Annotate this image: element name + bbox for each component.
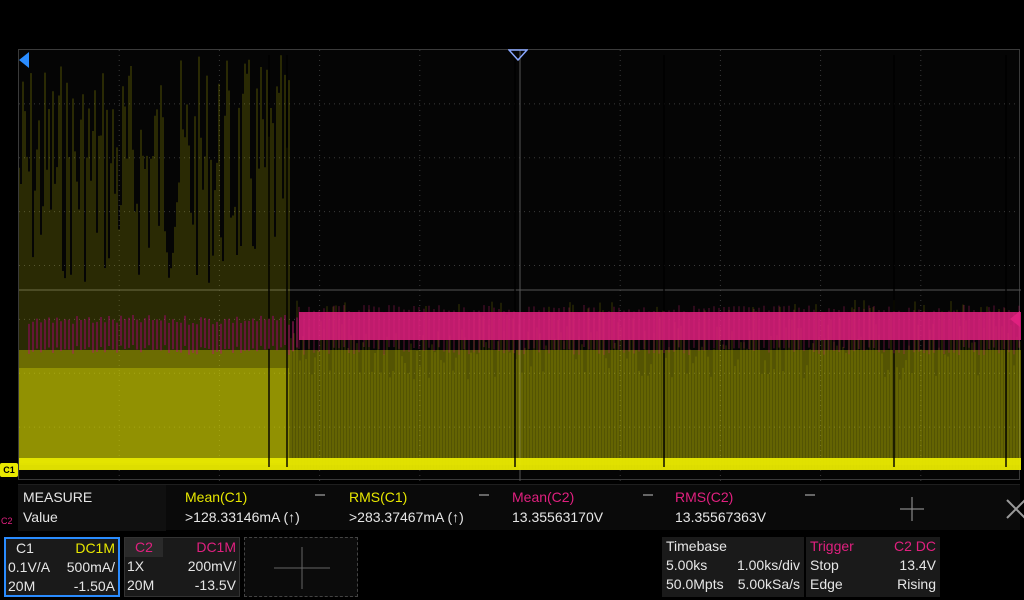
plus-icon — [274, 547, 330, 589]
timebase-header: Timebase — [662, 537, 804, 556]
ch2-label: C2 — [125, 538, 163, 557]
ch2-offset-marker[interactable]: C2 — [1, 514, 17, 528]
measure-panel: MEASURE Value Mean(C1) >128.33146mA (↑) … — [18, 484, 1024, 531]
measure-item-collapse-icon[interactable] — [479, 494, 489, 496]
timebase-delay: 5.00ks — [666, 557, 708, 573]
ch1-scale: 500mA/ — [66, 559, 115, 575]
ch2-offset: -13.5V — [194, 577, 236, 593]
measure-row-label: Value — [23, 509, 58, 525]
ch1-bandwidth: 20M — [8, 578, 36, 594]
waveform-canvas — [19, 50, 1021, 481]
ch1-probe: 0.1V/A — [8, 559, 51, 575]
trigger-title: Trigger — [810, 538, 854, 554]
close-icon[interactable] — [1000, 493, 1024, 525]
ch1-settings-box[interactable]: C1 DC1M 0.1V/A 500mA/ 20M -1.50A — [4, 537, 120, 597]
sample-rate: 5.00kSa/s — [737, 576, 800, 592]
timebase-scale-row: 5.00ks 1.00ks/div — [662, 556, 804, 575]
trigger-level-marker[interactable] — [1009, 311, 1021, 327]
ch1-coupling: DC1M — [75, 540, 115, 556]
timebase-sample-row: 50.0Mpts 5.00kSa/s — [662, 575, 804, 594]
oscilloscope-screen: C1 C2 MEASURE Value Mean(C1) >128.33146m… — [0, 0, 1024, 600]
ch2-probe: 1X — [127, 558, 145, 574]
ch1-offset: -1.50A — [73, 578, 115, 594]
measure-item-collapse-icon[interactable] — [643, 494, 653, 496]
trigger-header: Trigger C2 DC — [806, 537, 940, 556]
ch2-header-row: C2 DC1M — [125, 538, 239, 557]
measure-title: MEASURE — [23, 489, 93, 505]
measure-item-mean-c1[interactable]: Mean(C1) >128.33146mA (↑) — [168, 485, 328, 531]
trigger-level-row: Stop 13.4V — [806, 556, 940, 575]
timebase-box[interactable]: Timebase 5.00ks 1.00ks/div 50.0Mpts 5.00… — [662, 537, 804, 597]
waveform-display[interactable] — [18, 49, 1021, 481]
ch1-offset-row: 20M -1.50A — [6, 577, 118, 596]
timebase-scale: 1.00ks/div — [736, 557, 800, 573]
timebase-title: Timebase — [666, 538, 727, 554]
ch1-baseline — [19, 458, 1021, 470]
horizontal-position-marker[interactable] — [18, 52, 30, 68]
measure-item-name: RMS(C2) — [675, 489, 734, 505]
trigger-source: C2 — [893, 538, 912, 554]
ch2-scale-row: 1X 200mV/ — [125, 557, 239, 576]
ch2-band — [299, 312, 1021, 340]
ch2-coupling: DC1M — [196, 539, 236, 555]
ch1-header-row: C1 DC1M — [6, 539, 118, 558]
ch2-bandwidth: 20M — [127, 577, 155, 593]
trigger-box[interactable]: Trigger C2 DC Stop 13.4V Edge Rising — [806, 537, 940, 597]
trigger-source-coupling: C2 DC — [894, 537, 936, 556]
trigger-coupling: DC — [915, 538, 936, 554]
trigger-mode: Stop — [810, 557, 839, 573]
ch2-offset-row: 20M -13.5V — [125, 576, 239, 595]
measure-item-collapse-icon[interactable] — [805, 494, 815, 496]
trigger-type: Edge — [810, 576, 843, 592]
ch1-offset-marker[interactable]: C1 — [0, 463, 18, 477]
measure-item-value: 13.35567363V — [675, 509, 767, 525]
measure-item-name: Mean(C1) — [185, 489, 248, 505]
measure-item-collapse-icon[interactable] — [315, 494, 325, 496]
measure-item-name: RMS(C1) — [349, 489, 408, 505]
measure-item-rms-c1[interactable]: RMS(C1) >283.37467mA (↑) — [332, 485, 492, 531]
ch2-settings-box[interactable]: C2 DC1M 1X 200mV/ 20M -13.5V — [124, 537, 240, 597]
plus-icon[interactable] — [896, 493, 928, 525]
add-channel-button[interactable] — [244, 537, 358, 597]
ch1-scale-row: 0.1V/A 500mA/ — [6, 558, 118, 577]
ch1-label: C1 — [16, 540, 34, 556]
trigger-type-row: Edge Rising — [806, 575, 940, 594]
trigger-level: 13.4V — [899, 557, 936, 573]
measure-item-rms-c2[interactable]: RMS(C2) 13.35567363V — [658, 485, 818, 531]
memory-depth: 50.0Mpts — [666, 576, 724, 592]
trigger-slope: Rising — [897, 576, 936, 592]
measure-item-value: 13.35563170V — [512, 509, 604, 525]
trigger-position-marker[interactable] — [508, 49, 528, 61]
measure-item-value: >283.37467mA (↑) — [349, 509, 464, 525]
ch1-envelope-early — [19, 368, 289, 463]
measure-item-name: Mean(C2) — [512, 489, 575, 505]
ch2-scale: 200mV/ — [187, 558, 236, 574]
measure-item-mean-c2[interactable]: Mean(C2) 13.35563170V — [496, 485, 656, 531]
measure-item-value: >128.33146mA (↑) — [185, 509, 300, 525]
